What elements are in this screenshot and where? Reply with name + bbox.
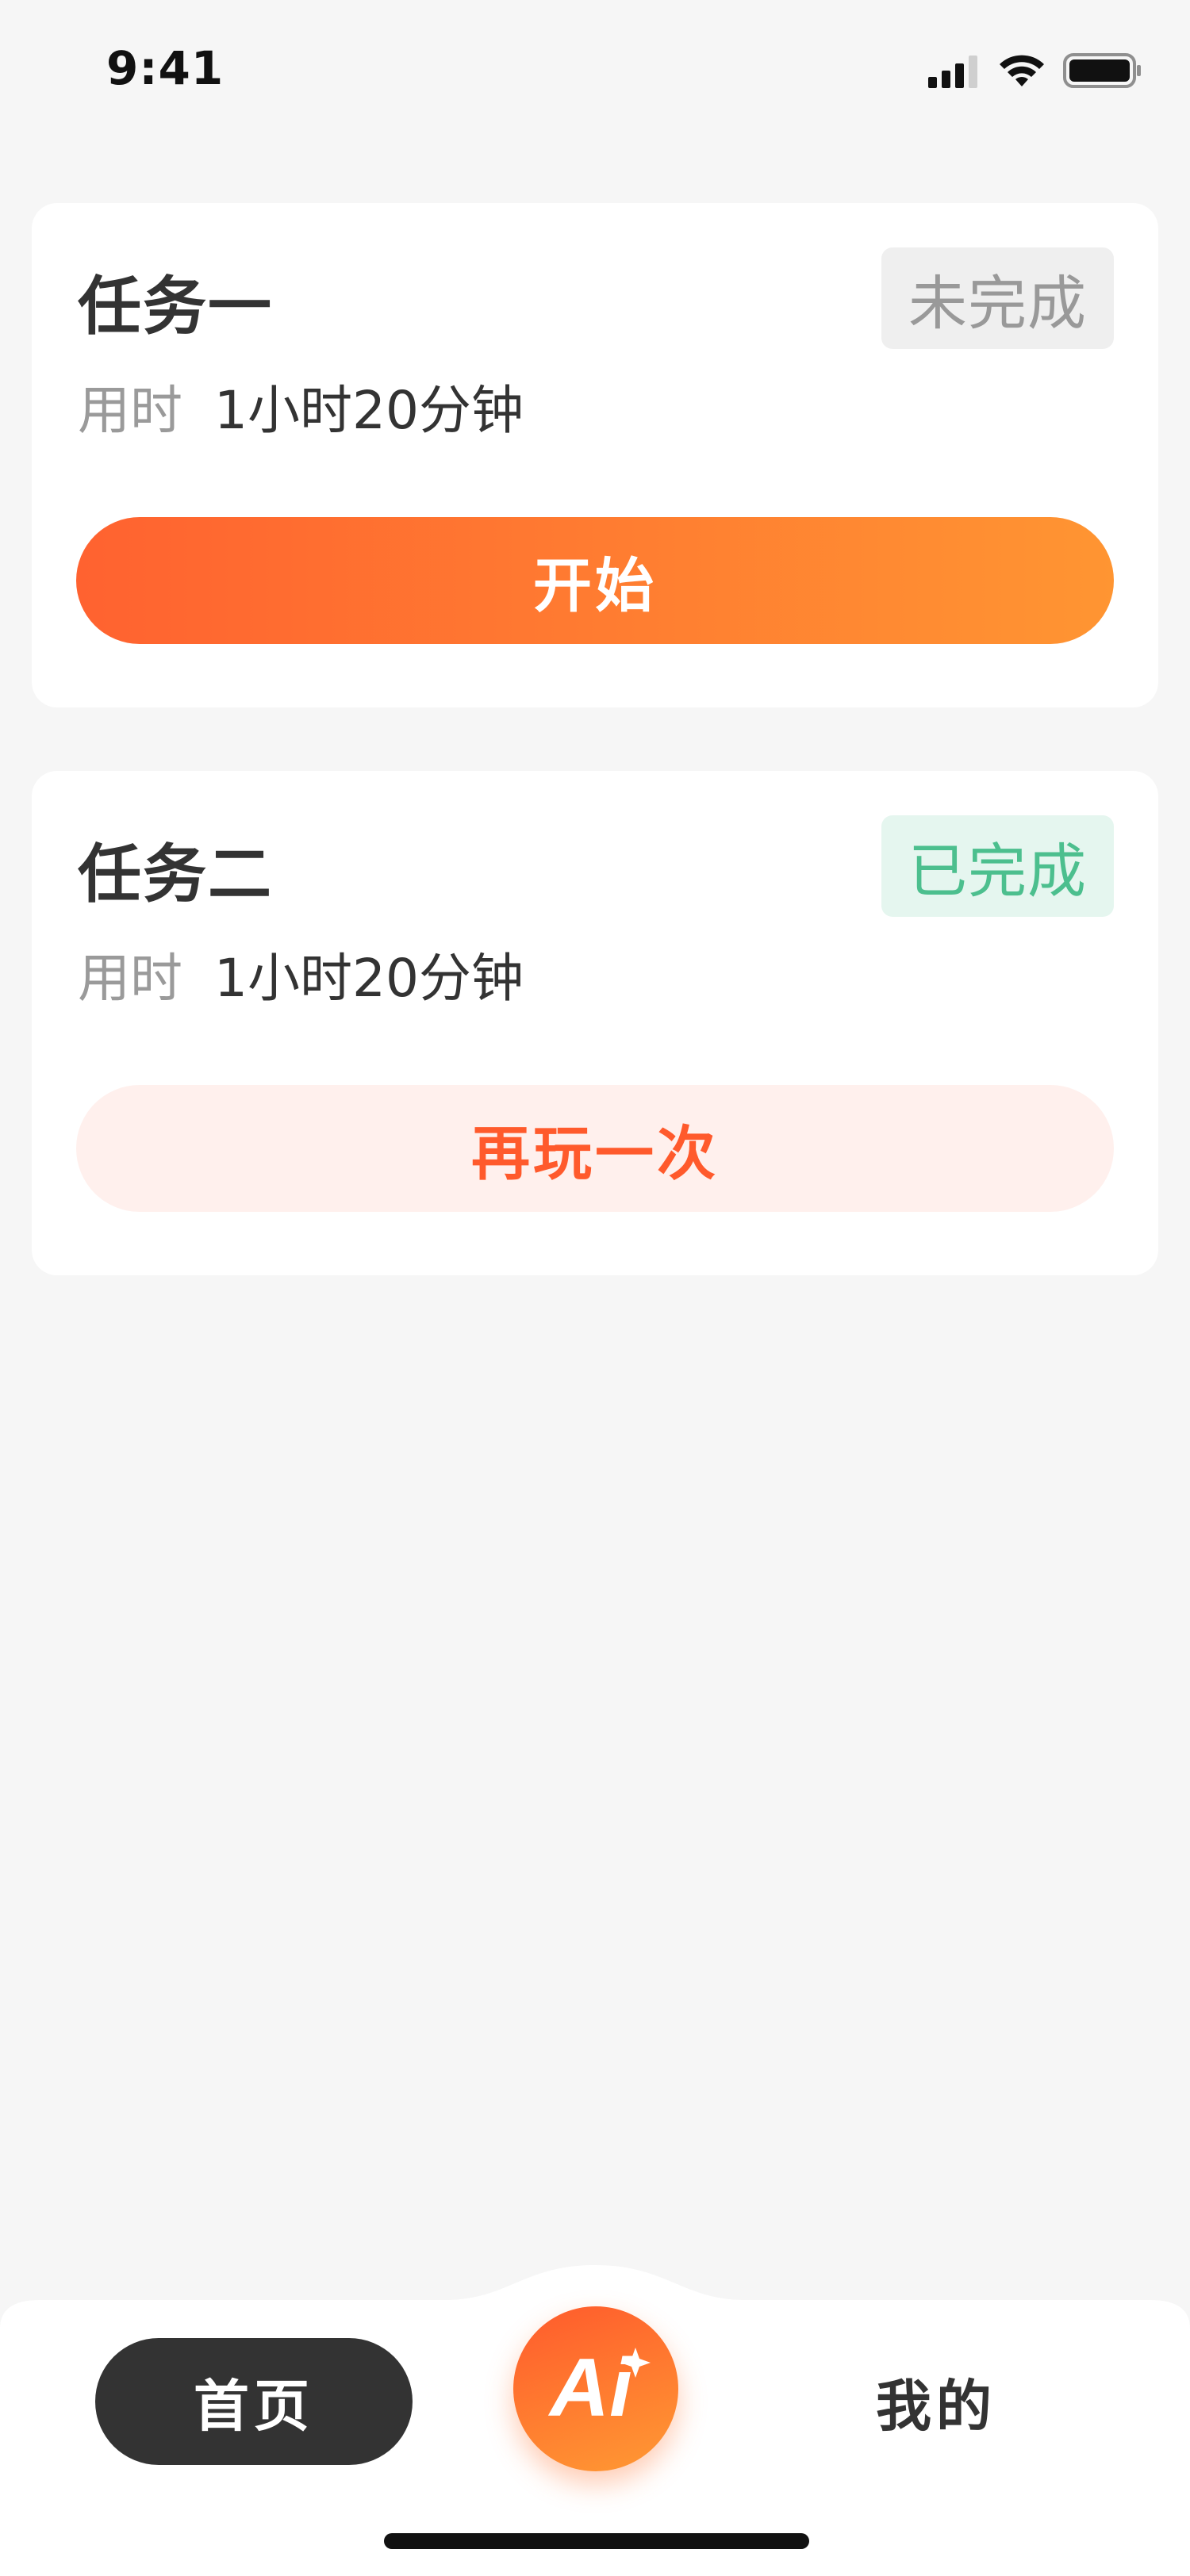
task-title: 任务二 (78, 838, 273, 911)
cellular-signal-icon (928, 53, 981, 91)
status-icons (928, 52, 1142, 92)
task-card: 任务二 已完成 用时 1小时20分钟 再玩一次 (32, 771, 1158, 1275)
bottom-tab-bar: 首页 Ai 我的 (0, 2265, 1190, 2576)
status-badge: 已完成 (881, 815, 1114, 917)
status-badge: 未完成 (881, 247, 1114, 349)
duration-row: 用时 1小时20分钟 (78, 368, 524, 444)
status-bar: 9:41 (0, 0, 1190, 143)
tab-mine[interactable]: 我的 (825, 2338, 1047, 2465)
duration-label: 用时 (78, 380, 182, 441)
play-again-button[interactable]: 再玩一次 (76, 1085, 1114, 1212)
task-card: 任务一 未完成 用时 1小时20分钟 开始 (32, 203, 1158, 707)
tab-home[interactable]: 首页 (95, 2338, 413, 2465)
ai-label: Ai (547, 2342, 634, 2434)
ai-button[interactable]: Ai (513, 2306, 678, 2471)
battery-icon (1063, 52, 1142, 92)
wifi-icon (998, 53, 1046, 91)
duration-label: 用时 (78, 948, 182, 1009)
task-title: 任务一 (78, 270, 273, 343)
start-button[interactable]: 开始 (76, 517, 1114, 644)
home-indicator (384, 2533, 809, 2549)
duration-value: 1小时20分钟 (214, 380, 524, 441)
duration-row: 用时 1小时20分钟 (78, 936, 524, 1012)
status-time: 9:41 (106, 41, 225, 95)
duration-value: 1小时20分钟 (214, 948, 524, 1009)
